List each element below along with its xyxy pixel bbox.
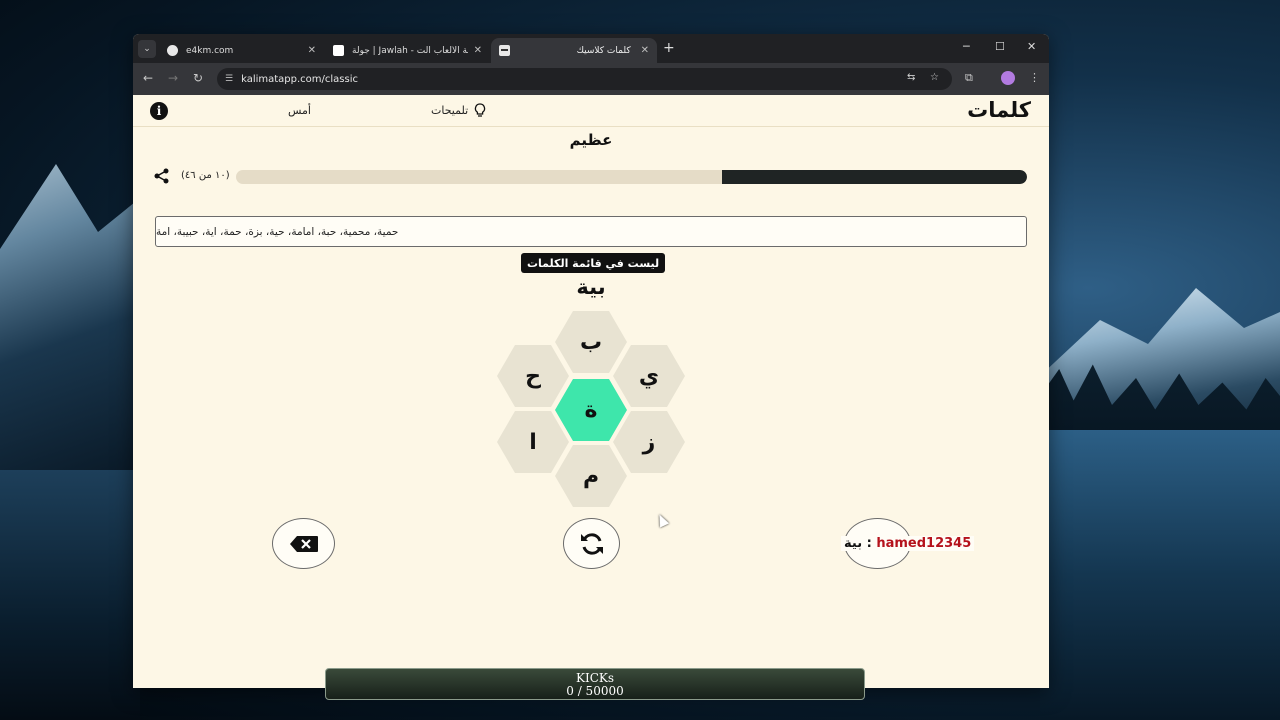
site-info-icon[interactable]: ☰: [225, 74, 233, 84]
chat-overlay: بية : hamed12345: [841, 536, 975, 551]
wallpaper-lake-right: [1040, 430, 1280, 720]
url-text: kalimatapp.com/classic: [241, 73, 358, 85]
hex-letter-bottom[interactable]: م: [555, 445, 627, 507]
hex-letter-top[interactable]: ب: [555, 311, 627, 373]
word-count: (١٠ من ٤٦): [181, 170, 230, 181]
close-icon[interactable]: ✕: [308, 45, 316, 56]
menu-dots-icon[interactable]: ⋮: [1029, 71, 1040, 84]
window-close-icon[interactable]: ✕: [1027, 40, 1036, 53]
jawlah-icon: [333, 45, 344, 56]
toolbar: ← → ↻ ☰ kalimatapp.com/classic ⇆ ☆ ⧉ ⋮: [133, 63, 1049, 95]
progress-row: (١٠ من ٤٦): [153, 168, 1029, 184]
tab-title: جولة | Jawlah - منصة الألعاب الت: [352, 45, 468, 56]
wallpaper-mountain-left: [0, 164, 140, 470]
tab-search-button[interactable]: ⌄: [138, 40, 156, 58]
error-toast: ليست في قائمة الكلمات: [521, 253, 666, 273]
backspace-icon: [289, 535, 318, 552]
app-header: كلمات تلميحات أمس i: [133, 95, 1049, 127]
kicks-counter-overlay: KICKs 0 / 50000: [325, 668, 865, 700]
hex-letter-bottom-left[interactable]: ا: [497, 411, 569, 473]
shuffle-button[interactable]: [563, 518, 620, 569]
progress-bar: [236, 170, 1027, 184]
hints-button[interactable]: تلميحات: [431, 103, 486, 118]
new-tab-button[interactable]: +: [663, 40, 675, 56]
forward-icon[interactable]: →: [168, 71, 178, 85]
hex-letter-bottom-right[interactable]: ز: [613, 411, 685, 473]
shuffle-icon: [580, 532, 603, 555]
game-page: كلمات تلميحات أمس i عظيم (١٠ من ٤٦) حمية…: [133, 95, 1049, 688]
address-bar[interactable]: ☰ kalimatapp.com/classic ⇆ ☆: [217, 68, 952, 90]
reload-icon[interactable]: ↻: [193, 71, 203, 85]
current-word-input: بية: [576, 275, 606, 299]
rank-label: عظيم: [569, 131, 613, 149]
wallpaper-lake-left: [0, 470, 140, 720]
bookmark-star-icon[interactable]: ☆: [930, 72, 939, 83]
app-logo[interactable]: كلمات: [967, 98, 1031, 122]
found-words-text: حمية، محمية، حبة، امامة، حية، بزة، حمة، …: [156, 225, 399, 238]
delete-button[interactable]: [272, 518, 335, 569]
minimize-icon[interactable]: ─: [963, 40, 970, 53]
tab-kalimat[interactable]: كلمات كلاسيك ✕: [491, 38, 657, 63]
close-icon[interactable]: ✕: [641, 45, 649, 56]
hints-label: تلميحات: [431, 104, 469, 117]
kalimat-icon: [499, 45, 510, 56]
hex-letter-top-left[interactable]: ح: [497, 345, 569, 407]
extensions-icon[interactable]: ⧉: [965, 71, 973, 85]
maximize-icon[interactable]: ☐: [995, 40, 1005, 53]
globe-icon: [167, 45, 178, 56]
tab-e4km[interactable]: e4km.com ✕: [159, 38, 324, 63]
tab-jawlah[interactable]: جولة | Jawlah - منصة الألعاب الت ✕: [325, 38, 490, 63]
tab-strip: ⌄ e4km.com ✕ جولة | Jawlah - منصة الألعا…: [133, 34, 1049, 63]
kicks-value: 0 / 50000: [566, 684, 624, 698]
yesterday-button[interactable]: أمس: [288, 104, 311, 117]
browser-window: ⌄ e4km.com ✕ جولة | Jawlah - منصة الألعا…: [133, 34, 1049, 688]
lightbulb-icon: [475, 103, 486, 117]
share-icon[interactable]: [153, 168, 171, 184]
tab-title: e4km.com: [186, 45, 234, 56]
info-icon[interactable]: i: [150, 102, 168, 120]
profile-avatar[interactable]: [1001, 71, 1015, 85]
translate-icon[interactable]: ⇆: [907, 72, 915, 83]
back-icon[interactable]: ←: [143, 71, 153, 85]
tab-title: كلمات كلاسيك: [576, 45, 631, 56]
chat-username: hamed12345: [876, 536, 972, 551]
close-icon[interactable]: ✕: [474, 45, 482, 56]
hex-letter-top-right[interactable]: ي: [613, 345, 685, 407]
chat-word: بية :: [844, 536, 872, 551]
hex-letter-center[interactable]: ة: [555, 379, 627, 441]
found-words-list[interactable]: حمية، محمية، حبة، امامة، حية، بزة، حمة، …: [155, 216, 1027, 247]
progress-fill: [722, 170, 1027, 184]
